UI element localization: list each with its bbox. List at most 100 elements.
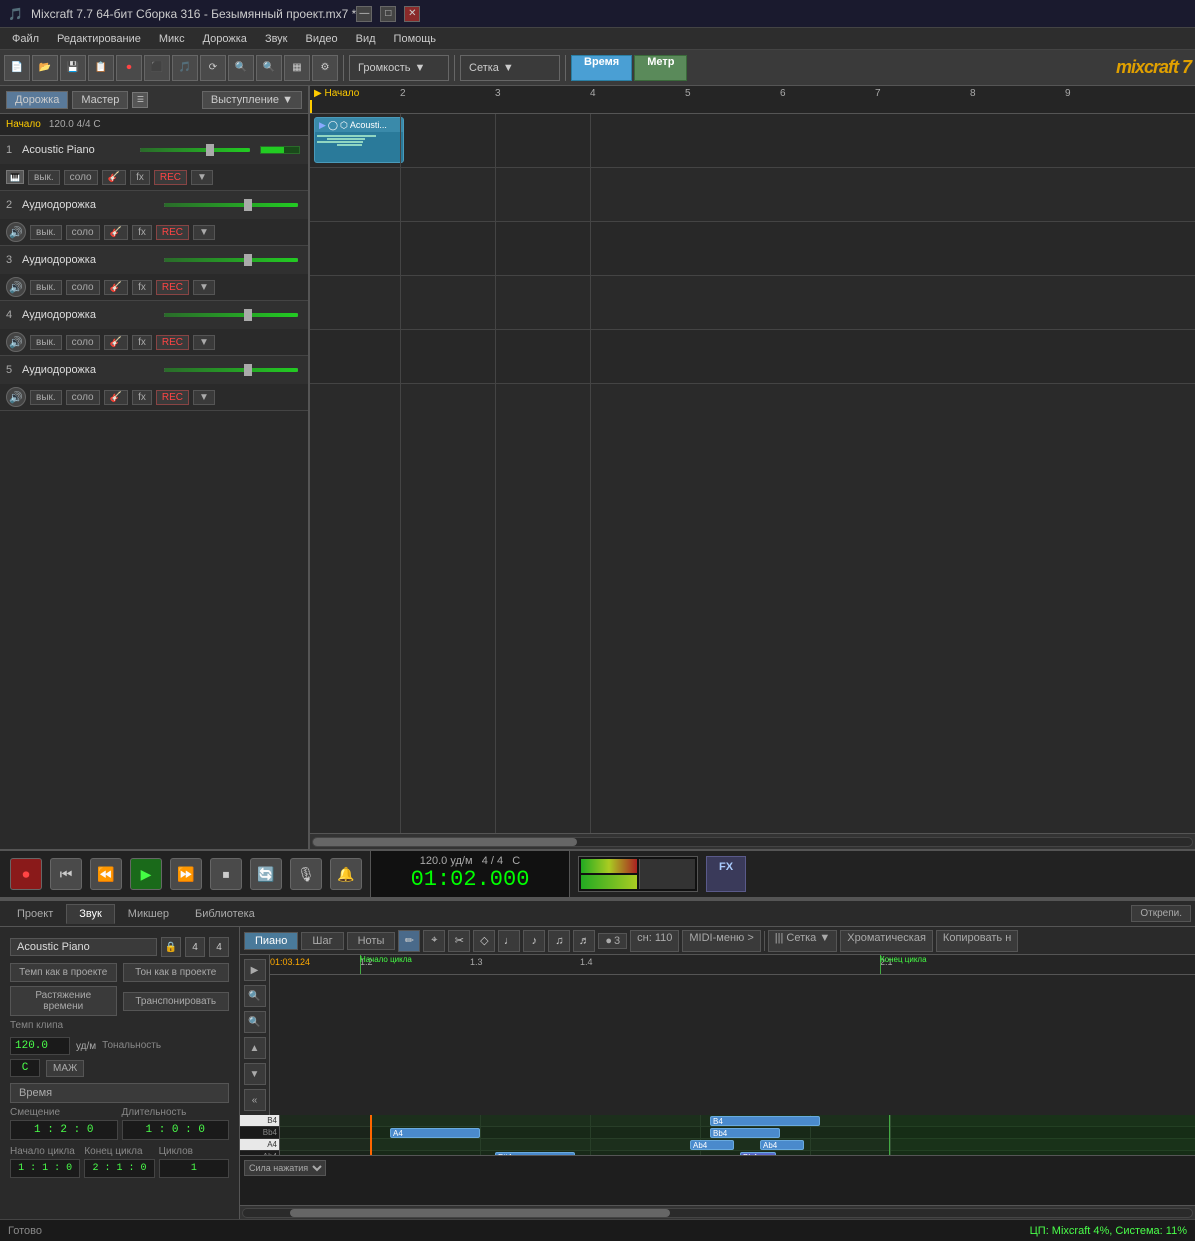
rec-btn-3[interactable]: REC (156, 280, 189, 295)
midi-clip-1[interactable]: ▶ ◯ ⬡ Acousti... (314, 117, 404, 163)
rewind-start-button[interactable]: ⏮ (50, 858, 82, 890)
tempo-project-btn[interactable]: Темп как в проекте (10, 963, 117, 982)
solo-btn-1[interactable]: соло (64, 170, 98, 185)
rec-btn-5[interactable]: REC (156, 390, 189, 405)
save-btn[interactable]: 💾 (60, 55, 86, 81)
pr-tool-n3[interactable]: ♫ (548, 930, 570, 952)
rec-btn-4[interactable]: REC (156, 335, 189, 350)
punch-in-button[interactable]: 🎙 (290, 858, 322, 890)
grid-dropdown[interactable]: Сетка ▼ (460, 55, 560, 81)
menu-view[interactable]: Вид (348, 31, 384, 47)
roll-hscrollbar[interactable] (240, 1205, 1195, 1219)
key-a4[interactable]: A4 (240, 1139, 279, 1151)
open-btn[interactable]: 📂 (32, 55, 58, 81)
mute-btn-5[interactable]: вык. (30, 390, 62, 405)
menu-video[interactable]: Видео (298, 31, 346, 47)
menu-edit[interactable]: Редактирование (49, 31, 149, 47)
solo-btn-3[interactable]: соло (66, 280, 100, 295)
tb7[interactable]: ⟳ (200, 55, 226, 81)
tone-project-btn[interactable]: Тон как в проекте (123, 963, 230, 982)
pr-tab-piano[interactable]: Пиано (244, 932, 298, 950)
stretch-btn[interactable]: Растяжение времени (10, 986, 117, 1016)
tempo-input[interactable] (10, 1037, 70, 1055)
pr-zoom-in-btn[interactable]: 🔍 (244, 985, 266, 1007)
note-ab4-2[interactable]: Ab4 (760, 1140, 804, 1150)
menu-help[interactable]: Помощь (386, 31, 445, 47)
new-btn[interactable]: 📄 (4, 55, 30, 81)
solo-btn-2[interactable]: соло (66, 225, 100, 240)
roll-scroll-track[interactable] (242, 1208, 1193, 1218)
pr-tab-notes[interactable]: Ноты (347, 932, 396, 950)
cycles-input[interactable]: 1 (159, 1159, 229, 1178)
step-count-ctrl[interactable]: ● 3 (598, 933, 627, 949)
solo-btn-4[interactable]: соло (66, 335, 100, 350)
fx-btn-4[interactable]: fx (132, 335, 152, 350)
timesig-btn1[interactable]: 4 (185, 937, 205, 957)
midi-menu-btn[interactable]: MIDI-меню > (682, 930, 760, 952)
play-button[interactable]: ▶ (130, 858, 162, 890)
pr-tool-n4[interactable]: ♬ (573, 930, 595, 952)
expand-btn-5[interactable]: ▼ (193, 390, 215, 405)
close-button[interactable]: ✕ (404, 6, 420, 22)
pr-play-btn[interactable]: ▶ (244, 959, 266, 981)
track-vol-1[interactable] (140, 148, 250, 152)
track-icon-5[interactable]: 🔊 (6, 387, 26, 407)
track-vol-3[interactable] (164, 258, 298, 262)
menu-mix[interactable]: Микс (151, 31, 193, 47)
duration-input[interactable]: 1 : 0 : 0 (122, 1120, 230, 1140)
time-button[interactable]: Время (571, 55, 632, 81)
tb9[interactable]: 🔍 (256, 55, 282, 81)
instrument-icon-1[interactable]: 🎹 (6, 170, 24, 184)
h-scrollbar[interactable] (310, 833, 1195, 849)
pr-tool-n1[interactable]: ♩ (498, 930, 520, 952)
expand-btn-1[interactable]: ▼ (191, 170, 213, 185)
record-button[interactable]: ⏺ (10, 858, 42, 890)
track-vol-5[interactable] (164, 368, 298, 372)
cycle-start-input[interactable]: 1 : 1 : 0 (10, 1159, 80, 1178)
note-bb4-label[interactable]: Bb4 (740, 1152, 776, 1155)
rec-btn-2[interactable]: REC (156, 225, 189, 240)
transpose-btn[interactable]: Транспонировать (123, 992, 230, 1011)
pr-collapse-btn[interactable]: « (244, 1089, 266, 1111)
roll-scroll-thumb[interactable] (290, 1209, 670, 1217)
note-fs4[interactable]: F#4 (495, 1152, 575, 1155)
velocity-type-select[interactable]: Сила нажатия (244, 1160, 326, 1176)
performance-button[interactable]: Выступление ▼ (202, 91, 302, 109)
mute-btn-3[interactable]: вык. (30, 280, 62, 295)
note-a4[interactable]: A4 (390, 1128, 480, 1138)
mute-btn-4[interactable]: вык. (30, 335, 62, 350)
time-section-header[interactable]: Время (10, 1083, 229, 1103)
menu-track[interactable]: Дорожка (195, 31, 255, 47)
minimize-button[interactable]: — (356, 6, 372, 22)
mute-btn-1[interactable]: вык. (28, 170, 60, 185)
menu-sound[interactable]: Звук (257, 31, 296, 47)
route-btn-3[interactable]: 🎸 (104, 280, 128, 295)
note-bb4-2[interactable]: Bb4 (710, 1128, 780, 1138)
tb11[interactable]: ⚙ (312, 55, 338, 81)
route-btn-1[interactable]: 🎸 (102, 170, 126, 185)
route-btn-5[interactable]: 🎸 (104, 390, 128, 405)
track-vol-2[interactable] (164, 203, 298, 207)
key-bb4[interactable]: Bb4 (240, 1127, 279, 1139)
expand-btn-2[interactable]: ▼ (193, 225, 215, 240)
track-icon-3[interactable]: 🔊 (6, 277, 26, 297)
menu-file[interactable]: Файл (4, 31, 47, 47)
track-icon-4[interactable]: 🔊 (6, 332, 26, 352)
metronome-button[interactable]: 🔔 (330, 858, 362, 890)
pr-tab-step[interactable]: Шаг (301, 932, 343, 950)
pr-tool-draw[interactable]: ✏ (398, 930, 420, 952)
track-vol-4[interactable] (164, 313, 298, 317)
key-mode-btn[interactable]: МАЖ (46, 1060, 84, 1077)
timesig-btn2[interactable]: 4 (209, 937, 229, 957)
metric-button[interactable]: Метр (634, 55, 687, 81)
loop-button[interactable]: 🔄 (250, 858, 282, 890)
tb-rec[interactable]: ⏺ (116, 55, 142, 81)
mute-btn-2[interactable]: вык. (30, 225, 62, 240)
solo-btn-5[interactable]: соло (66, 390, 100, 405)
master-settings-btn[interactable]: ☰ (132, 92, 148, 108)
route-btn-2[interactable]: 🎸 (104, 225, 128, 240)
copy-btn[interactable]: 📋 (88, 55, 114, 81)
tb10[interactable]: ▦ (284, 55, 310, 81)
tab-sound[interactable]: Звук (66, 904, 115, 924)
tab-master[interactable]: Мастер (72, 91, 128, 109)
